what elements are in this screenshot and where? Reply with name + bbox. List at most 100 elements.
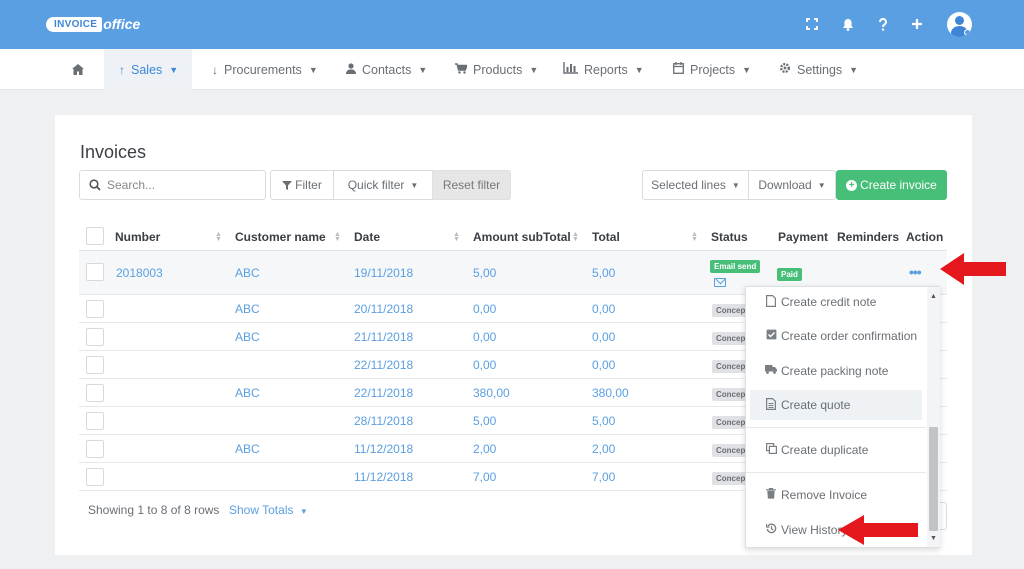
user-avatar[interactable] [947, 12, 972, 37]
red-arrow-annotation-icon [940, 253, 1006, 285]
reset-filter-button[interactable]: Reset filter [432, 170, 511, 200]
selected-lines-dropdown[interactable]: Selected lines ▼ [642, 170, 749, 200]
menu-item-create-quote[interactable]: Create quote [750, 390, 922, 420]
mail-icon[interactable] [714, 278, 726, 287]
search-icon [89, 179, 101, 191]
menu-item-label: Create quote [781, 398, 851, 412]
sort-icon[interactable]: ▲ ▼ [691, 231, 698, 243]
create-invoice-button[interactable]: + Create invoice [836, 170, 947, 200]
cell-number[interactable]: 2018003 [116, 266, 163, 280]
quick-filter-label: Quick filter [347, 178, 405, 192]
top-bar: INVOICE office [0, 0, 1024, 49]
page-title: Invoices [80, 142, 147, 162]
cell-date: 11/12/2018 [354, 470, 414, 484]
search-input[interactable] [107, 178, 257, 192]
menu-item-create-credit-note[interactable]: Create credit note [750, 287, 922, 317]
header-customer[interactable]: Customer name [235, 230, 326, 244]
menu-item-label: Create credit note [781, 295, 877, 309]
logo-office-text: office [103, 16, 141, 32]
row-checkbox[interactable] [86, 412, 104, 430]
cell-customer[interactable]: ABC [235, 330, 260, 344]
row-checkbox[interactable] [86, 468, 104, 486]
cell-total: 2,00 [592, 442, 616, 456]
header-amount[interactable]: Amount subTotal [473, 230, 571, 244]
header-payment: Payment [778, 230, 829, 244]
cell-customer[interactable]: ABC [235, 386, 260, 400]
sort-icon[interactable]: ▲ ▼ [215, 231, 222, 243]
nav-item-label: Procurements [224, 62, 302, 77]
cart-icon [455, 62, 469, 77]
cell-date: 22/11/2018 [354, 386, 414, 400]
nav-item-label: Settings [797, 62, 843, 77]
app-logo[interactable]: INVOICE office [46, 13, 140, 35]
logo-invoice-text: INVOICE [46, 16, 103, 32]
cell-amount: 2,00 [473, 442, 497, 456]
search-box[interactable] [79, 170, 266, 200]
nav-item-sales[interactable]: ↑ Sales ▼ [104, 49, 192, 90]
header-date[interactable]: Date [354, 230, 380, 244]
fullscreen-icon[interactable] [801, 13, 823, 35]
menu-item-create-duplicate[interactable]: Create duplicate [750, 435, 922, 465]
home-icon [72, 64, 84, 75]
menu-item-remove-invoice[interactable]: Remove Invoice [750, 480, 922, 510]
menu-item-create-order-confirmation[interactable]: Create order confirmation [750, 321, 922, 351]
scroll-down-icon[interactable]: ▼ [930, 535, 937, 542]
row-checkbox[interactable] [86, 328, 104, 346]
document-icon [764, 397, 778, 413]
show-totals-label: Show Totals [229, 503, 294, 517]
chevron-down-icon: ▼ [308, 64, 318, 75]
scroll-up-icon[interactable]: ▲ [930, 293, 937, 300]
quick-filter-dropdown[interactable]: Quick filter ▼ [333, 170, 433, 200]
select-all-checkbox[interactable] [86, 227, 104, 245]
download-dropdown[interactable]: Download ▼ [748, 170, 836, 200]
menu-item-create-packing-note[interactable]: Create packing note [750, 356, 922, 386]
sort-icon[interactable]: ▲ ▼ [334, 231, 341, 243]
user-icon [346, 62, 356, 77]
cell-amount: 0,00 [473, 358, 497, 372]
nav-item-contacts[interactable]: Contacts ▼ [346, 49, 427, 90]
nav-item-label: Projects [690, 62, 736, 77]
help-icon[interactable] [872, 13, 894, 35]
nav-item-projects[interactable]: Projects ▼ [673, 49, 751, 90]
show-totals-link[interactable]: Show Totals ▼ [229, 503, 308, 517]
nav-item-reports[interactable]: Reports ▼ [563, 49, 644, 90]
nav-item-products[interactable]: Products ▼ [455, 49, 538, 90]
cell-total: 0,00 [592, 358, 616, 372]
nav-item-procurements[interactable]: ↓ Procurements ▼ [212, 49, 318, 90]
bell-icon[interactable] [837, 13, 859, 35]
cell-date: 11/12/2018 [354, 442, 414, 456]
sort-icon[interactable]: ▲ ▼ [572, 231, 579, 243]
checkbox-icon [764, 329, 778, 343]
row-checkbox[interactable] [86, 356, 104, 374]
reset-filter-label: Reset filter [442, 178, 501, 192]
sort-icon[interactable]: ▲ ▼ [453, 231, 460, 243]
action-menu-icon[interactable]: ••• [909, 264, 922, 280]
plus-icon[interactable] [906, 13, 928, 35]
nav-item-settings[interactable]: Settings ▼ [779, 49, 858, 90]
cell-customer[interactable]: ABC [235, 266, 260, 280]
menu-scrollbar[interactable]: ▲ ▼ [927, 287, 940, 547]
chevron-down-icon: ▼ [299, 507, 308, 516]
nav-item-home[interactable] [64, 49, 92, 90]
cell-amount: 380,00 [473, 386, 510, 400]
cell-total: 5,00 [592, 266, 616, 280]
row-checkbox[interactable] [86, 263, 104, 281]
cell-customer[interactable]: ABC [235, 302, 260, 316]
header-total[interactable]: Total [592, 230, 620, 244]
cell-amount: 7,00 [473, 470, 497, 484]
download-label: Download [758, 178, 812, 192]
cell-total: 0,00 [592, 330, 616, 344]
header-number[interactable]: Number [115, 230, 160, 244]
gear-icon [779, 62, 791, 77]
row-checkbox[interactable] [86, 384, 104, 402]
cell-customer[interactable]: ABC [235, 442, 260, 456]
menu-item-label: Remove Invoice [781, 488, 868, 502]
filter-button[interactable]: Filter [270, 170, 334, 200]
menu-divider [746, 472, 926, 473]
row-checkbox[interactable] [86, 300, 104, 318]
scroll-thumb[interactable] [929, 427, 938, 531]
avatar-head [955, 16, 964, 25]
chevron-down-icon: ▼ [742, 64, 752, 75]
cell-date: 19/11/2018 [354, 266, 414, 280]
row-checkbox[interactable] [86, 440, 104, 458]
